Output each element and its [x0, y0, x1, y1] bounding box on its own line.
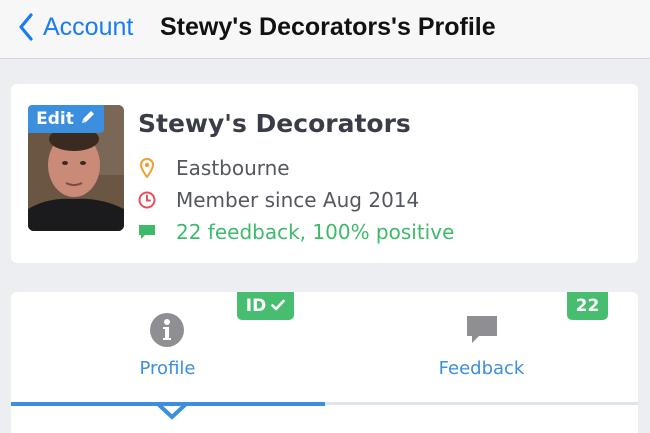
clock-icon: [138, 189, 156, 211]
speech-bubble-icon: [138, 221, 156, 243]
location-row: Eastbourne: [138, 154, 290, 182]
back-button[interactable]: Account: [18, 8, 133, 46]
member-since-row: Member since Aug 2014: [138, 186, 419, 214]
edit-label: Edit: [36, 109, 74, 129]
location-text: Eastbourne: [176, 156, 290, 180]
feedback-count-badge: 22: [567, 292, 608, 320]
info-circle-icon: [149, 312, 185, 352]
back-button-label: Account: [43, 12, 134, 41]
edit-photo-button[interactable]: Edit: [28, 105, 104, 133]
checkmark-icon: [271, 296, 286, 316]
profile-tabs: Profile ID Feedback 22: [11, 292, 638, 433]
pencil-icon: [80, 109, 96, 130]
map-pin-icon: [138, 157, 156, 179]
chevron-left-icon: [18, 12, 34, 42]
tab-feedback-label: Feedback: [438, 358, 525, 379]
navigation-bar: Account Stewy's Decorators's Profile: [0, 0, 650, 59]
profile-card: Edit Stewy's Decorators Eastbourne Membe…: [11, 84, 638, 263]
feedback-summary-row[interactable]: 22 feedback, 100% positive: [138, 218, 454, 246]
active-tab-caret: [156, 402, 188, 426]
feedback-summary-text: 22 feedback, 100% positive: [176, 220, 455, 244]
profile-name: Stewy's Decorators: [138, 109, 411, 138]
member-since-text: Member since Aug 2014: [176, 188, 420, 212]
page-title: Stewy's Decorators's Profile: [160, 13, 496, 41]
tab-profile-label: Profile: [139, 358, 196, 379]
id-verified-badge: ID: [237, 292, 294, 320]
chat-bubble-icon: [465, 312, 499, 350]
id-badge-label: ID: [245, 296, 267, 316]
